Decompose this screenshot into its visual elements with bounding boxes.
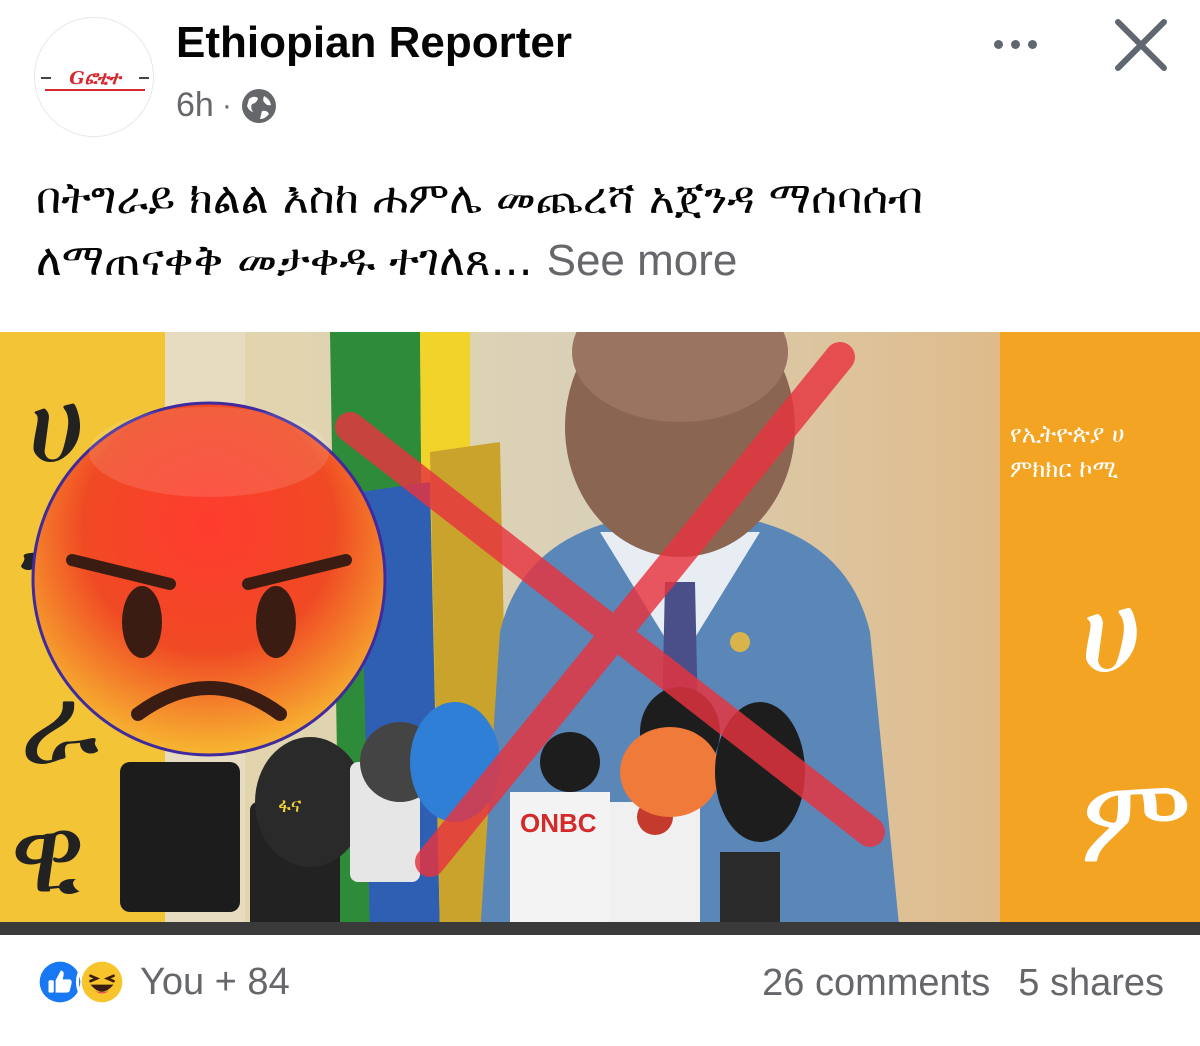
close-icon[interactable] — [1110, 14, 1172, 76]
comments-count[interactable]: 26 comments — [762, 962, 990, 1005]
post-text-line-2-content: ለማጠናቀቅ መታቀዱ ተገለጸ... — [36, 235, 533, 286]
banner-letter: ዊ — [10, 790, 86, 918]
dot-icon — [1010, 39, 1020, 49]
dot-icon — [1027, 39, 1037, 49]
post-header: Gፎቲተ Ethiopian Reporter 6h · — [0, 0, 1200, 150]
right-banner-big: ሀ — [1080, 562, 1143, 701]
post-photo[interactable]: ሀ ገ ራ ዊ የኢትዮጵያ ሀ ምክክር ኮሚ ሀ ም ፋና ONBC — [0, 332, 1200, 935]
post-text-line-1: በትግራይ ክልል እስከ ሐምሌ መጨረሻ አጀንዳ ማሰባሰብ — [36, 173, 923, 224]
post-text-line-2: ለማጠናቀቅ መታቀዱ ተገለጸ... See more — [36, 230, 1176, 292]
right-banner-text: የኢትዮጵያ ሀ — [1010, 420, 1125, 448]
page-avatar[interactable]: Gፎቲተ — [34, 17, 154, 137]
ethiopian-reporter-logo: Gፎቲተ — [35, 18, 153, 136]
engagement-counts: 26 comments 5 shares — [762, 962, 1164, 1005]
post-time[interactable]: 6h — [176, 86, 214, 125]
meta-separator: · — [221, 88, 232, 122]
post-text: በትግራይ ክልል እስከ ሐምሌ መጨረሻ አጀንዳ ማሰባሰብ ለማጠናቀቅ… — [36, 168, 1176, 292]
right-banner-big: ም — [1080, 752, 1192, 891]
page-name[interactable]: Ethiopian Reporter — [176, 18, 572, 68]
shares-count[interactable]: 5 shares — [1018, 962, 1164, 1005]
mic-label: ONBC — [520, 808, 597, 838]
right-banner-text: ምክክር ኮሚ — [1010, 455, 1118, 483]
dot-icon — [993, 39, 1003, 49]
reactions-summary[interactable]: You + 84 — [34, 956, 290, 1008]
reaction-count[interactable]: You + 84 — [140, 961, 290, 1004]
post-meta: 6h · — [176, 86, 278, 125]
see-more-link[interactable]: See more — [547, 236, 738, 285]
microphone — [120, 762, 240, 912]
haha-icon — [76, 956, 128, 1008]
logo-text: Gፎቲተ — [69, 68, 122, 89]
photo-canvas: ሀ ገ ራ ዊ የኢትዮጵያ ሀ ምክክር ኮሚ ሀ ም ፋና ONBC — [0, 332, 1200, 935]
angry-face-icon — [31, 401, 387, 757]
more-options-button[interactable] — [980, 24, 1050, 64]
globe-icon — [241, 88, 276, 123]
mic-label: ፋና — [278, 793, 302, 817]
post-footer: You + 84 26 comments 5 shares — [0, 950, 1200, 1030]
